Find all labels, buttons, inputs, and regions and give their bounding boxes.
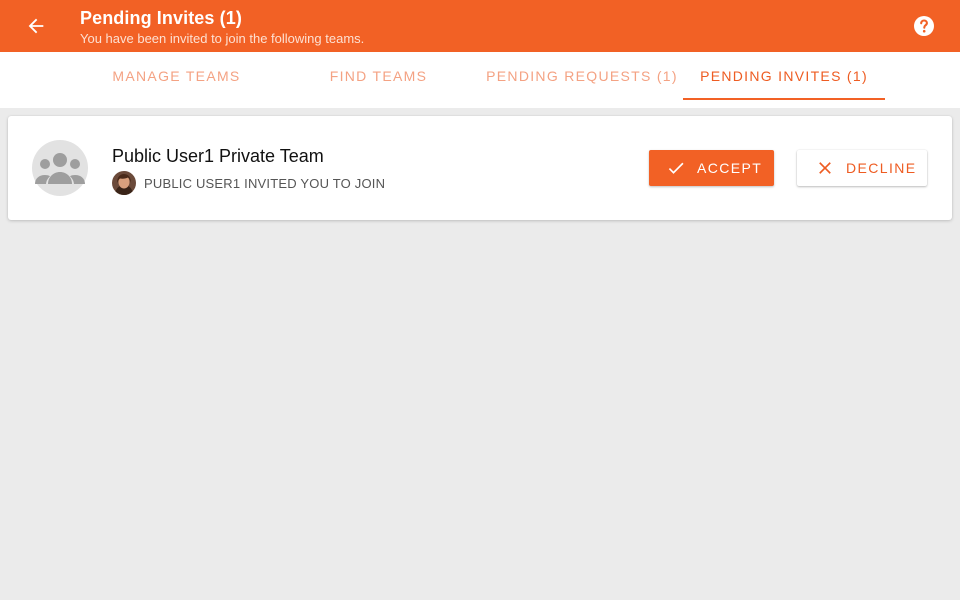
page-subtitle: You have been invited to join the follow…: [80, 31, 365, 46]
tab-pending-invites[interactable]: PENDING INVITES (1): [683, 52, 885, 100]
help-button[interactable]: [912, 14, 936, 38]
tab-find-teams[interactable]: FIND TEAMS: [282, 52, 475, 100]
arrow-back-icon: [28, 18, 44, 34]
check-icon: [668, 162, 684, 174]
page-title: Pending Invites (1): [80, 8, 242, 28]
user-photo-icon: [112, 171, 136, 195]
team-name: Public User1 Private Team: [112, 146, 324, 166]
back-button[interactable]: [20, 10, 52, 42]
app-bar: Pending Invites (1) You have been invite…: [0, 0, 960, 52]
tab-pending-requests[interactable]: PENDING REQUESTS (1): [484, 52, 680, 100]
invite-card: Public User1 Private Team PUBLIC USER1 I…: [8, 116, 952, 220]
inviter-avatar: [112, 171, 136, 195]
decline-label: DECLINE: [846, 160, 917, 176]
decline-button[interactable]: DECLINE: [797, 150, 927, 186]
accept-button[interactable]: ACCEPT: [649, 150, 774, 186]
accept-label: ACCEPT: [697, 160, 763, 176]
active-tab-indicator: [683, 98, 885, 100]
close-icon: [819, 162, 831, 174]
group-icon: [35, 153, 85, 184]
team-avatar: [32, 140, 88, 196]
help-circle-icon: [914, 16, 934, 36]
tab-manage-teams[interactable]: MANAGE TEAMS: [80, 52, 273, 100]
invite-text: PUBLIC USER1 INVITED YOU TO JOIN: [144, 176, 386, 191]
